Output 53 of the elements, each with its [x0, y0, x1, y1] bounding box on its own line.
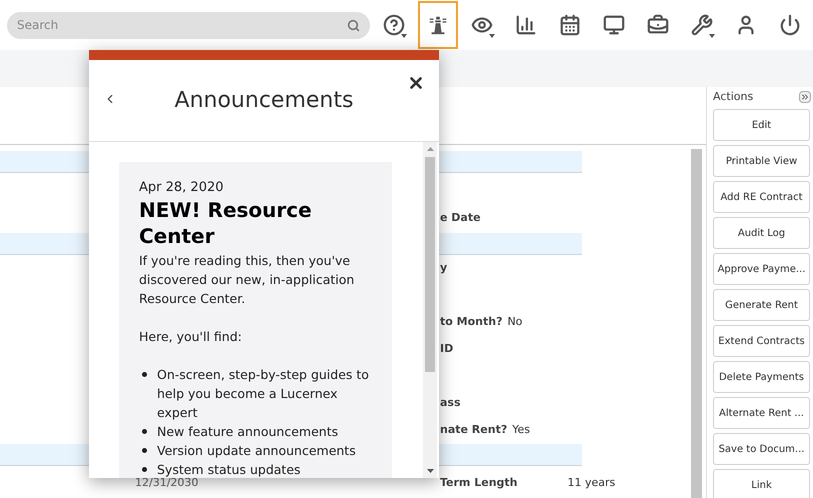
search-field[interactable]: Search	[7, 12, 370, 38]
scrollbar[interactable]	[423, 142, 437, 478]
close-icon[interactable]	[407, 74, 425, 92]
toolbar-button[interactable]	[418, 1, 458, 49]
announcement-text: Here, you'll find:	[139, 328, 243, 346]
dialog-title: Announcements	[174, 87, 354, 115]
bullet-text: System status updates	[157, 461, 301, 478]
field-label: y	[440, 260, 448, 276]
bar-chart-icon	[515, 14, 537, 36]
bullet-icon	[142, 372, 147, 377]
action-button[interactable]: Alternate Rent ...	[713, 397, 810, 429]
field-label: Term Length	[440, 474, 518, 491]
action-button[interactable]: Edit	[713, 109, 810, 141]
lighthouse-icon	[427, 14, 449, 36]
calendar-icon	[559, 14, 581, 36]
announcement-date: Apr 28, 2020	[139, 179, 225, 197]
action-button[interactable]: Save to Docum...	[713, 433, 810, 465]
bullet-icon	[142, 467, 147, 472]
bullet-icon	[142, 429, 147, 434]
field-label: nate Rent?	[440, 422, 508, 438]
help-icon	[383, 14, 405, 36]
action-button[interactable]: Extend Contracts	[713, 325, 810, 357]
scroll-thumb[interactable]	[425, 157, 435, 372]
action-button[interactable]: Link	[713, 469, 810, 498]
bullet-icon	[142, 448, 147, 453]
power-icon	[779, 14, 801, 36]
field-value: 11 years	[567, 474, 616, 491]
bullet-text: Version update announcements	[157, 442, 356, 460]
bullet-text: New feature announcements	[157, 423, 338, 441]
actions-title: Actions	[713, 88, 754, 105]
announcement-text: If you're reading this, then you've discovered our new, in-application Resource Center.	[139, 252, 356, 308]
field-label: ass	[440, 395, 461, 412]
field-label: ID	[440, 341, 454, 358]
field-value: No	[507, 314, 522, 330]
field-label: e Date	[440, 210, 481, 226]
action-button[interactable]: Audit Log	[713, 217, 810, 249]
bullet-text: On-screen, step-by-step guides to help you become a Lucernex expert	[157, 366, 370, 422]
action-button[interactable]: Generate Rent	[713, 289, 810, 321]
field-label: to Month?	[440, 314, 502, 330]
date-value: 12/31/2030	[135, 476, 198, 489]
scrollbar[interactable]	[691, 149, 702, 498]
briefcase-icon	[647, 14, 669, 36]
search-icon	[347, 18, 360, 32]
wrench-icon	[691, 14, 713, 36]
scroll-down-icon[interactable]	[426, 469, 434, 473]
action-button[interactable]: Delete Payments	[713, 361, 810, 393]
field-value: Yes	[512, 422, 530, 438]
action-button[interactable]: Approve Payme...	[713, 253, 810, 285]
action-button[interactable]: Printable View	[713, 145, 810, 177]
collapse-icon[interactable]	[799, 91, 811, 103]
monitor-icon	[603, 14, 625, 36]
announcement-heading: NEW! Resource Center	[139, 197, 313, 249]
action-button[interactable]: Add RE Contract	[713, 181, 810, 213]
